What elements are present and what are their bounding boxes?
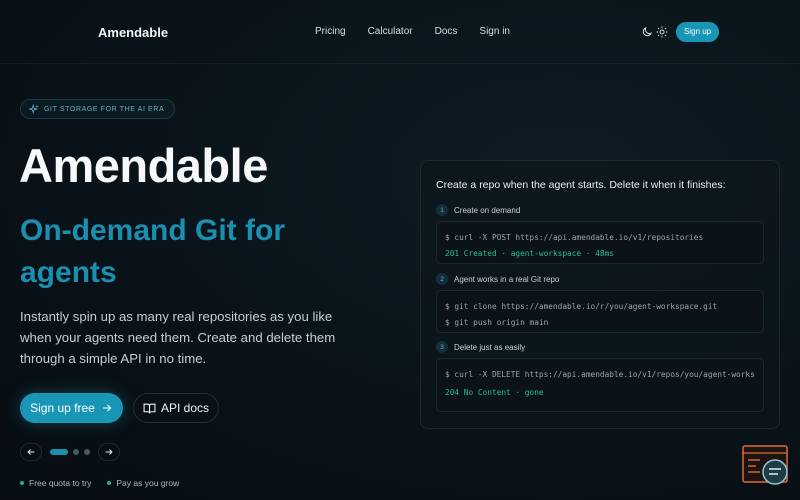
arrow-right-icon [105, 449, 113, 455]
code-line: $ git push origin main [445, 317, 549, 327]
carousel-next-button[interactable] [98, 443, 120, 461]
footnote-text: Free quota to try [29, 478, 92, 488]
step-header: 2 Agent works in a real Git repo [436, 273, 559, 285]
step-label: Agent works in a real Git repo [454, 274, 560, 284]
code-line: $ curl -X DELETE https://api.amendable.i… [445, 370, 755, 379]
nav-actions: Sign up [641, 22, 720, 42]
nav-links: Pricing Calculator Docs Sign in [315, 26, 532, 37]
nav-link-calculator[interactable]: Calculator [368, 26, 413, 37]
brand-logo[interactable]: Amendable [98, 25, 168, 40]
code-block: $ curl -X DELETE https://api.amendable.i… [436, 358, 764, 412]
nav-link-pricing[interactable]: Pricing [315, 26, 346, 37]
top-navbar: Amendable Pricing Calculator Docs Sign i… [0, 0, 800, 64]
carousel-dots [50, 449, 90, 455]
api-docs-button[interactable]: API docs [133, 393, 219, 423]
step-number: 1 [436, 204, 448, 216]
carousel-dot-active[interactable] [50, 449, 68, 455]
code-result: 201 Created · agent-workspace · 48ms [445, 248, 614, 258]
carousel-prev-button[interactable] [20, 443, 42, 461]
code-line: $ curl -X POST https://api.amendable.io/… [445, 233, 704, 242]
footnote-item: Pay as you grow [107, 478, 179, 488]
hero-footnotes: Free quota to try Pay as you grow [20, 478, 195, 488]
api-demo-card: Create a repo when the agent starts. Del… [420, 160, 780, 429]
book-icon [143, 403, 156, 413]
nav-signup-button[interactable]: Sign up [676, 22, 720, 42]
green-dot-icon [20, 481, 24, 485]
code-result: 204 No Content · gone [445, 387, 544, 397]
step-header: 3 Delete just as easily [436, 341, 525, 353]
signup-free-button[interactable]: Sign up free [20, 393, 123, 423]
api-docs-label: API docs [160, 401, 210, 415]
code-block: $ curl -X POST https://api.amendable.io/… [436, 221, 764, 264]
code-block: $ git clone https://amendable.io/r/you/a… [436, 290, 764, 333]
footnote-item: Free quota to try [20, 478, 91, 488]
code-line: $ git clone https://amendable.io/r/you/a… [445, 302, 718, 311]
step-header: 1 Create on demand [436, 204, 520, 216]
tagline-text: GIT STORAGE FOR THE AI ERA [44, 105, 165, 113]
arrow-right-icon [102, 404, 112, 412]
moon-icon[interactable] [641, 26, 653, 38]
nav-link-docs[interactable]: Docs [435, 26, 458, 37]
carousel-dot[interactable] [73, 449, 79, 455]
hero-subtitle: On-demand Git for agents [20, 214, 285, 289]
hero-title: Amendable [19, 139, 268, 192]
carousel-dot[interactable] [84, 449, 90, 455]
green-dot-icon [107, 481, 112, 485]
footnote-text: Pay as you grow [116, 478, 180, 488]
step-number: 3 [436, 341, 448, 353]
step-label: Delete just as easily [454, 342, 526, 352]
nav-link-sign-in[interactable]: Sign in [479, 26, 510, 37]
step-label: Create on demand [454, 205, 521, 215]
step-number: 2 [436, 273, 448, 285]
signup-free-label: Sign up free [30, 401, 95, 415]
sun-icon[interactable] [656, 26, 668, 38]
sparkle-icon [29, 104, 39, 114]
arrow-left-icon [27, 449, 35, 455]
card-title: Create a repo when the agent starts. Del… [436, 179, 726, 191]
hero-description: Instantly spin up as many real repositor… [20, 309, 336, 366]
tagline-pill: GIT STORAGE FOR THE AI ERA [20, 99, 176, 119]
chat-widget-icon[interactable] [742, 445, 790, 486]
